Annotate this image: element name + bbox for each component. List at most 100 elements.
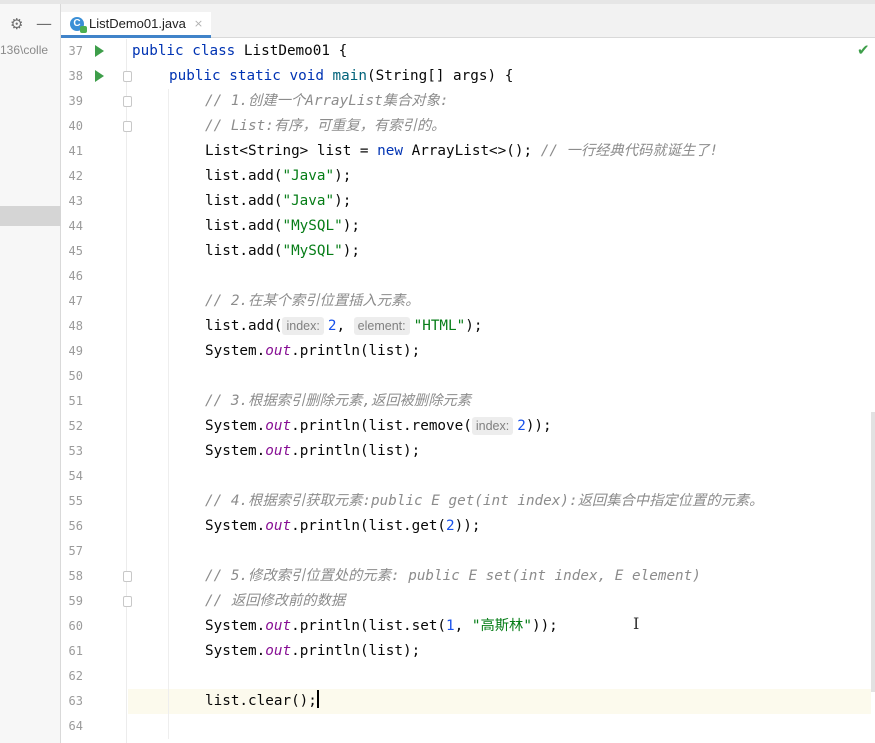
tab-title: ListDemo01.java	[89, 16, 186, 31]
code-number: 2	[517, 418, 526, 434]
code-line[interactable]: List<String> list = new ArrayList<>(); /…	[205, 139, 718, 164]
code-line[interactable]: System.out.println(list.remove(index: 2))…	[205, 414, 552, 439]
close-icon[interactable]: ×	[194, 17, 203, 30]
code-comment: // 一行经典代码就诞生了!	[540, 143, 719, 159]
editor-gutter[interactable]: 37 38 39 40 41 42 43 44 45 46 47 48 49 5…	[61, 39, 132, 743]
minus-icon[interactable]: —	[36, 12, 52, 36]
project-panel-toolbar: ⚙ —	[0, 12, 61, 36]
code-line[interactable]: public static void main(String[] args) {	[169, 64, 513, 89]
text-caret	[316, 690, 319, 708]
code-line[interactable]: System.out.println(list.get(2));	[205, 514, 480, 539]
code-comment: // 4.根据索引获取元素:public E get(int index):返回…	[205, 493, 764, 509]
code-line[interactable]: public class ListDemo01 {	[132, 39, 347, 64]
code-token: System.	[205, 443, 266, 459]
code-token: System.	[205, 618, 266, 634]
code-line[interactable]: // 1.创建一个ArrayList集合对象:	[205, 89, 449, 114]
code-token: ArrayList<>();	[402, 143, 541, 159]
line-number: 37	[68, 44, 83, 58]
code-line[interactable]: list.add(index: 2, element: "HTML");	[205, 314, 482, 339]
line-number: 42	[68, 169, 83, 183]
java-class-icon: C	[70, 16, 87, 33]
code-token: .println(list.set(	[291, 618, 447, 634]
project-tree-selected-row[interactable]	[0, 206, 61, 226]
code-token: );	[334, 193, 352, 209]
line-number: 55	[68, 494, 83, 508]
code-comment: // 5.修改索引位置处的元素: public E set(int index,…	[205, 568, 701, 584]
code-token: ,	[454, 618, 472, 634]
code-token: .println(list);	[291, 643, 421, 659]
code-token: System.	[205, 643, 266, 659]
line-number: 43	[68, 194, 83, 208]
code-token: );	[342, 243, 360, 259]
code-token: .println(list.get(	[291, 518, 447, 534]
code-token: );	[334, 168, 352, 184]
gear-icon[interactable]: ⚙	[10, 12, 23, 36]
mouse-cursor-icon: I	[633, 614, 640, 633]
code-comment: // 2.在某个索引位置插入元素。	[205, 293, 420, 309]
code-token: System.	[205, 343, 266, 359]
code-token: .println(list);	[291, 443, 421, 459]
code-token: main	[332, 68, 367, 84]
line-number: 47	[68, 294, 83, 308]
line-number: 49	[68, 344, 83, 358]
code-string: "高斯林"	[471, 618, 532, 634]
code-comment: // 1.创建一个ArrayList集合对象:	[205, 93, 449, 109]
line-number: 46	[68, 269, 83, 283]
code-number: 1	[446, 618, 455, 634]
code-token: List<String> list =	[205, 143, 378, 159]
code-line[interactable]: // 返回修改前的数据	[205, 589, 345, 614]
tab-listdemo01[interactable]: C ListDemo01.java ×	[61, 12, 211, 38]
line-number: 61	[68, 644, 83, 658]
line-number: 41	[68, 144, 83, 158]
code-editor[interactable]: public class ListDemo01 { public static …	[128, 39, 871, 743]
code-line[interactable]: System.out.println(list);	[205, 639, 420, 664]
code-line[interactable]: System.out.println(list.set(1, "高斯林"));	[205, 614, 558, 639]
run-main-icon[interactable]	[95, 70, 104, 82]
line-number: 38	[68, 69, 83, 83]
code-line[interactable]: // 3.根据索引删除元素,返回被删除元素	[205, 389, 471, 414]
code-line[interactable]: list.clear();	[205, 689, 319, 714]
code-line[interactable]: list.add("MySQL");	[205, 214, 360, 239]
editor-scrollbar[interactable]	[871, 412, 875, 692]
code-static-field: out	[265, 643, 292, 659]
checkmark-icon[interactable]: ✔	[857, 41, 870, 59]
code-line[interactable]: System.out.println(list);	[205, 439, 420, 464]
code-token: (String[] args) {	[366, 68, 514, 84]
code-token: );	[342, 218, 360, 234]
code-line[interactable]: list.add("Java");	[205, 164, 351, 189]
project-path-fragment[interactable]: 136\colle	[0, 43, 61, 57]
code-comment: // 3.根据索引删除元素,返回被删除元素	[205, 393, 472, 409]
code-static-field: out	[265, 418, 292, 434]
code-string: "MySQL"	[282, 218, 343, 234]
line-number: 40	[68, 119, 83, 133]
code-token: ListDemo01 {	[243, 43, 348, 59]
code-token: list.clear();	[205, 693, 317, 709]
code-line[interactable]: System.out.println(list);	[205, 339, 420, 364]
line-number: 58	[68, 569, 83, 583]
line-number: 57	[68, 544, 83, 558]
code-string: "Java"	[282, 193, 335, 209]
code-line[interactable]: // 4.根据索引获取元素:public E get(int index):返回…	[205, 489, 763, 514]
code-token: list.add(	[205, 218, 283, 234]
line-number: 56	[68, 519, 83, 533]
project-panel: ⚙ — 136\colle	[0, 4, 61, 743]
code-token: ));	[525, 418, 552, 434]
code-comment: // 返回修改前的数据	[205, 593, 346, 609]
code-line[interactable]: // 5.修改索引位置处的元素: public E set(int index,…	[205, 564, 701, 589]
code-static-field: out	[265, 618, 292, 634]
code-string: "Java"	[282, 168, 335, 184]
code-line[interactable]: list.add("Java");	[205, 189, 351, 214]
code-static-field: out	[265, 518, 292, 534]
code-comment: // List:有序，可重复，有索引的。	[205, 118, 446, 134]
parameter-hint: element:	[353, 317, 410, 335]
run-class-icon[interactable]	[95, 45, 104, 57]
code-token: list.add(	[205, 193, 283, 209]
code-token: ));	[454, 518, 481, 534]
code-line[interactable]: // 2.在某个索引位置插入元素。	[205, 289, 420, 314]
line-number: 45	[68, 244, 83, 258]
code-line[interactable]: list.add("MySQL");	[205, 239, 360, 264]
code-token: ));	[531, 618, 558, 634]
code-line[interactable]: // List:有序，可重复，有索引的。	[205, 114, 445, 139]
line-number: 53	[68, 444, 83, 458]
code-token: list.add(	[205, 243, 283, 259]
